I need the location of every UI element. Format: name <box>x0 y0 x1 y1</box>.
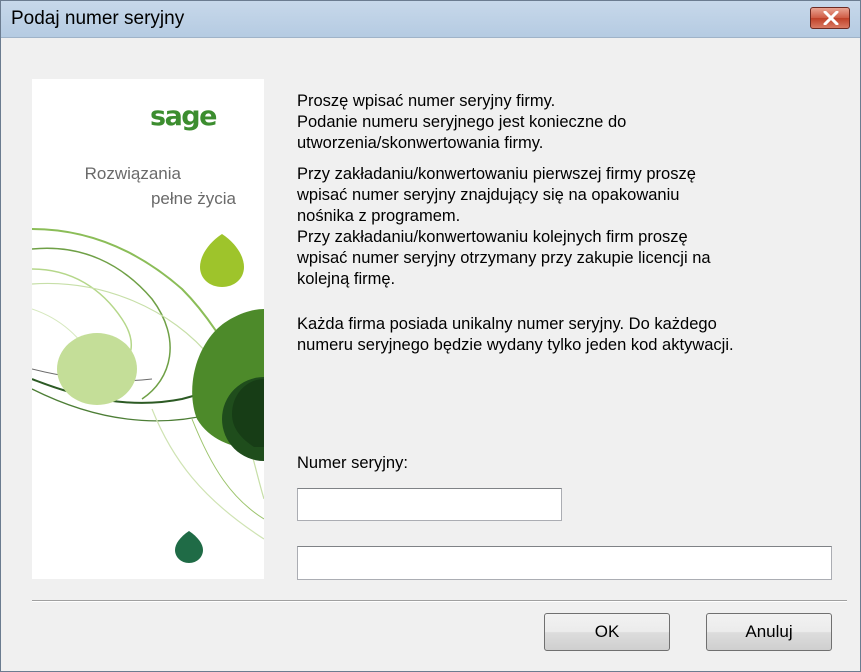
dialog-title: Podaj numer seryjny <box>11 8 185 29</box>
dialog-window: Podaj numer seryjny sage Rozwiązania peł… <box>0 0 861 672</box>
close-button[interactable] <box>810 7 850 29</box>
instructions-text: Proszę wpisać numer seryjny firmy. Podan… <box>297 91 842 366</box>
cancel-button[interactable]: Anuluj <box>706 613 832 651</box>
brand-side-image: sage Rozwiązania pełne życia <box>32 79 264 579</box>
ok-button[interactable]: OK <box>544 613 670 651</box>
instructions-paragraph-3: Każda firma posiada unikalny numer seryj… <box>297 315 734 354</box>
separator-line <box>32 600 847 602</box>
tagline-line1: Rozwiązania <box>84 164 181 183</box>
instructions-paragraph-2: Przy zakładaniu/konwertowaniu pierwszej … <box>297 165 711 288</box>
decorative-swirl-graphic <box>32 228 264 563</box>
brand-tagline: Rozwiązania pełne życia <box>85 161 236 211</box>
title-bar[interactable]: Podaj numer seryjny <box>1 1 860 38</box>
sage-logo: sage <box>150 101 217 132</box>
tagline-line2: pełne życia <box>150 189 236 208</box>
instructions-paragraph-1: Proszę wpisać numer seryjny firmy. Podan… <box>297 92 627 152</box>
close-icon <box>823 11 839 25</box>
activation-code-input[interactable] <box>297 546 832 580</box>
serial-number-input[interactable] <box>297 488 562 521</box>
serial-number-label: Numer seryjny: <box>297 454 408 472</box>
